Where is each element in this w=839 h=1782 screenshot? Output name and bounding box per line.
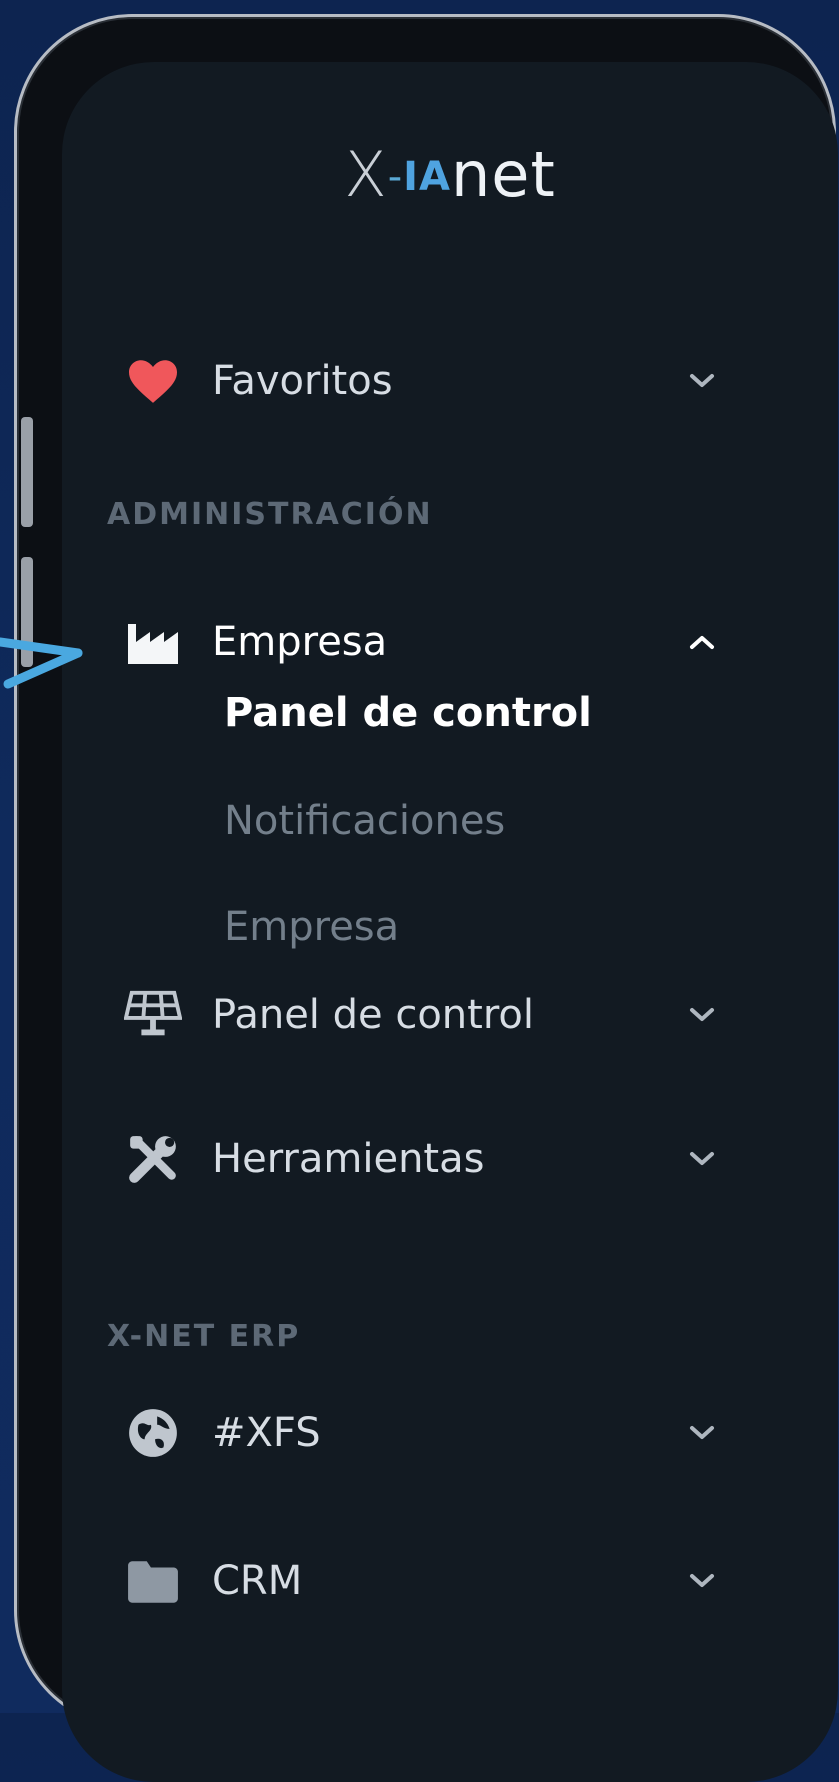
sidebar-item-favoritos[interactable]: Favoritos [62, 346, 838, 416]
phone-frame: X-IAnet Favoritos ADMINISTRACIÓN Empresa… [14, 14, 838, 1782]
sidebar-item-crm[interactable]: CRM [62, 1546, 838, 1616]
sidebar-item-xfs[interactable]: #XFS [62, 1398, 838, 1468]
chevron-down-icon [687, 1144, 717, 1174]
logo-ia: IA [403, 154, 451, 200]
sidebar-item-label: Empresa [212, 619, 388, 665]
tools-icon [124, 1130, 182, 1188]
heart-icon [124, 352, 182, 410]
sidebar-item-label: #XFS [212, 1410, 321, 1456]
logo-x: X [344, 138, 388, 211]
chevron-up-icon [687, 627, 717, 657]
section-header-xnet-erp: X-NET ERP [107, 1319, 301, 1354]
submenu-item-notificaciones[interactable]: Notificaciones [224, 798, 505, 844]
logo-dash: - [387, 154, 404, 200]
sidebar-item-herramientas[interactable]: Herramientas [62, 1124, 838, 1194]
chevron-down-icon [687, 1418, 717, 1448]
folder-icon [124, 1552, 182, 1610]
sidebar-item-label: Herramientas [212, 1136, 485, 1182]
sidebar-item-label: CRM [212, 1558, 303, 1604]
sidebar-item-panel-de-control[interactable]: Panel de control [62, 980, 838, 1050]
chevron-down-icon [687, 1000, 717, 1030]
solar-panel-icon [124, 986, 182, 1044]
logo-net: net [451, 138, 556, 211]
volume-up-button [21, 417, 33, 527]
submenu-item-empresa[interactable]: Empresa [224, 904, 399, 950]
sidebar-item-label: Favoritos [212, 358, 393, 404]
app-logo: X-IAnet [62, 138, 838, 211]
sidebar-item-empresa[interactable]: Empresa [62, 607, 838, 677]
globe-icon [124, 1404, 182, 1462]
pointer-arrow-icon [0, 637, 83, 689]
section-header-administracion: ADMINISTRACIÓN [107, 497, 433, 532]
chevron-down-icon [687, 1566, 717, 1596]
factory-icon [124, 613, 182, 671]
sidebar-item-label: Panel de control [212, 992, 534, 1038]
chevron-down-icon [687, 366, 717, 396]
submenu-item-panel-de-control[interactable]: Panel de control [224, 690, 592, 736]
sidebar-screen: X-IAnet Favoritos ADMINISTRACIÓN Empresa… [62, 62, 838, 1782]
